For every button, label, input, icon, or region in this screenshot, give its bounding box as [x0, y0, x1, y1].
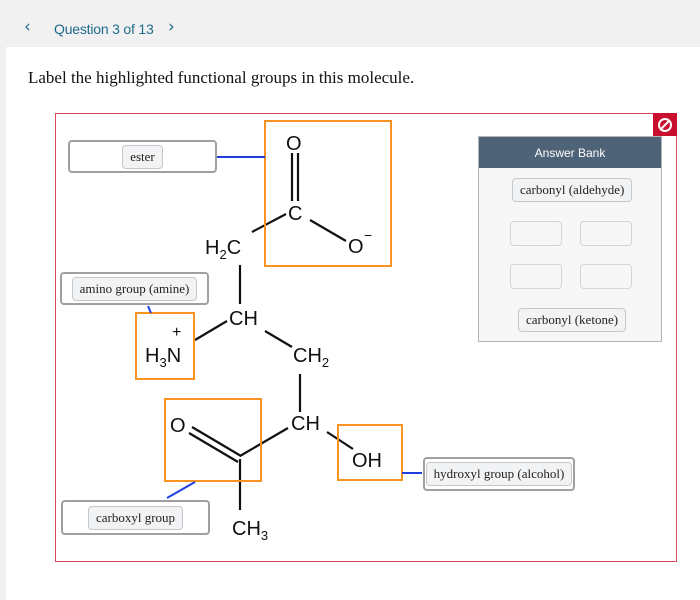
atom-ch2: CH2 [293, 345, 329, 370]
bond-n-ch [194, 320, 228, 341]
bond-h2c-c [251, 213, 287, 233]
highlight-box-carboxylate [264, 120, 392, 267]
no-entry-icon [658, 117, 672, 132]
atom-h3n-charge: + [172, 324, 181, 341]
drop-target-ketone[interactable]: carboxyl group [61, 500, 210, 535]
label-chip[interactable]: amino group (amine) [71, 276, 198, 301]
bond-ch-cketone [239, 427, 289, 457]
answer-bank-title: Answer Bank [479, 137, 661, 168]
empty-slot [580, 221, 632, 246]
drop-target-hydroxyl[interactable]: hydroxyl group (alcohol) [423, 457, 575, 491]
atom-ch-upper: CH [229, 308, 258, 330]
empty-slot [580, 264, 632, 289]
atom-ch-lower: CH [291, 413, 320, 435]
label-chip[interactable]: hydroxyl group (alcohol) [425, 462, 573, 486]
connector-ketone [166, 481, 196, 499]
empty-slot [510, 264, 562, 289]
empty-slot [510, 221, 562, 246]
bond-ketone-double-1 [191, 426, 242, 457]
drop-target-carboxylate[interactable]: ester [68, 140, 217, 173]
label-chip[interactable]: ester [122, 144, 163, 169]
atom-c-carboxylate: C [288, 203, 302, 225]
bond-ketone-double-2 [188, 432, 239, 463]
bond-ch-ch2 [264, 330, 293, 348]
atom-ch3: CH3 [232, 518, 268, 543]
atom-h3n: H3N [145, 345, 181, 370]
clear-answers-button[interactable] [653, 113, 677, 136]
atom-h2c: H2C [205, 237, 241, 262]
atom-o-ketone: O [170, 415, 186, 437]
bond-c-ominus [309, 219, 347, 242]
atom-o-minus-charge: − [364, 227, 372, 243]
atom-o-top: O [286, 133, 302, 155]
answer-bank: Answer Bank carbonyl (aldehyde) carbonyl… [478, 136, 662, 342]
connector-amine [147, 305, 152, 314]
atom-oh: OH [352, 450, 382, 472]
answer-chip-carbonyl-ketone[interactable]: carbonyl (ketone) [518, 308, 627, 332]
answer-chip-carbonyl-aldehyde[interactable]: carbonyl (aldehyde) [512, 178, 633, 202]
bond-ch-oh [326, 431, 354, 450]
atom-o-minus: O [348, 236, 364, 258]
label-chip[interactable]: carboxyl group [87, 505, 184, 530]
drop-target-amine[interactable]: amino group (amine) [60, 272, 209, 305]
